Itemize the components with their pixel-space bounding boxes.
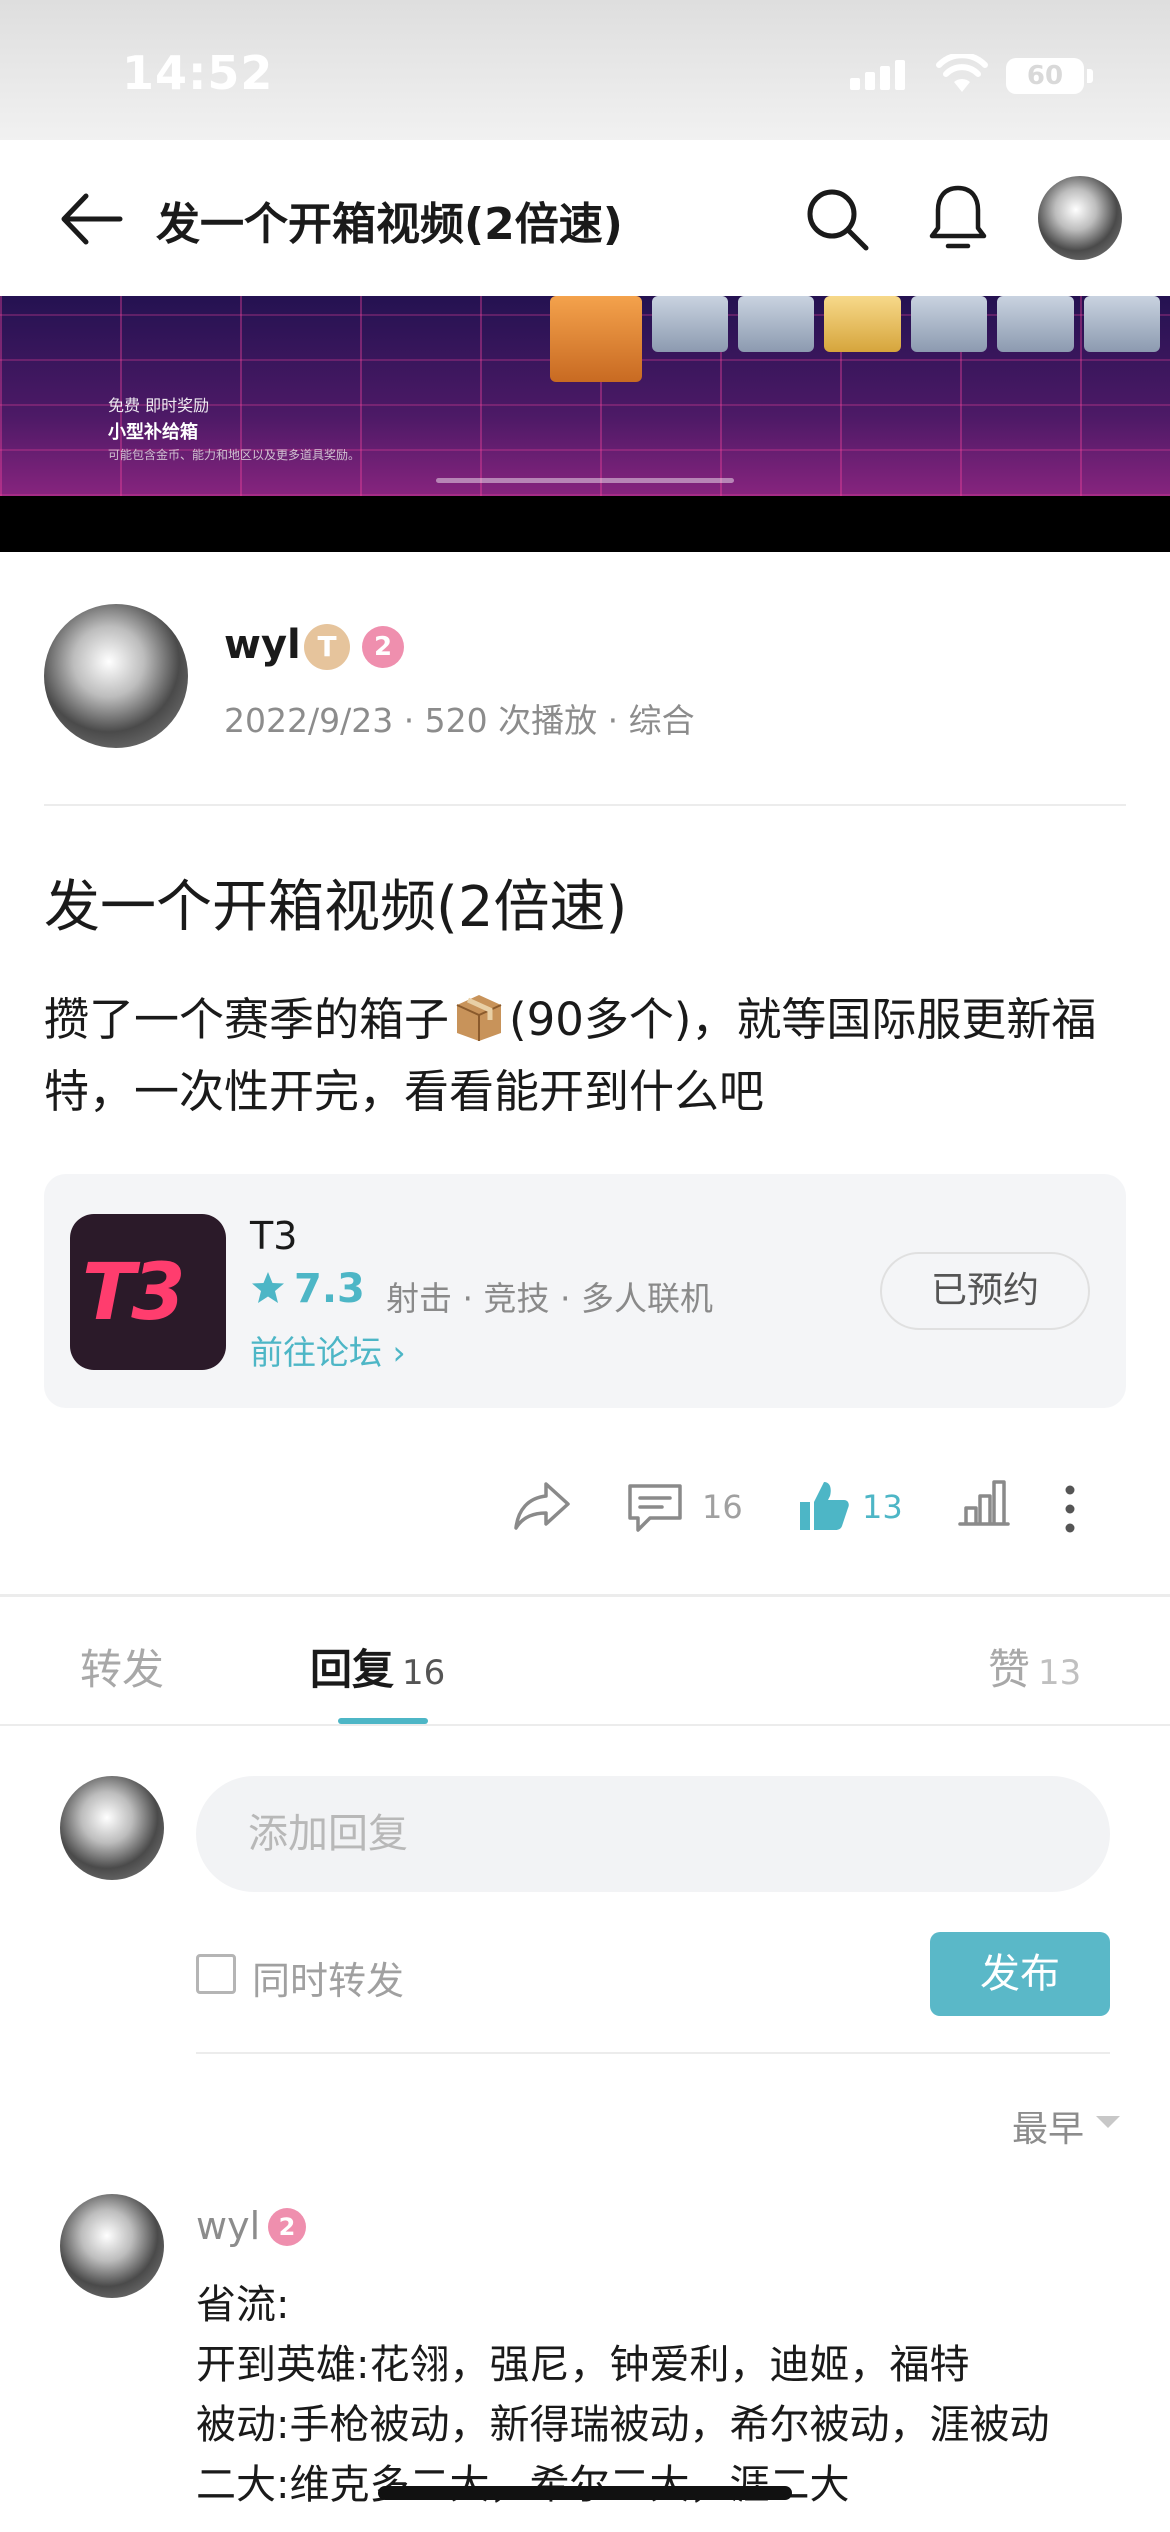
game-logo: T3 xyxy=(70,1214,226,1370)
top-nav-bar: 发一个开箱视频(2倍速) xyxy=(0,140,1170,296)
author-name[interactable]: wyl xyxy=(224,622,301,668)
caret-down-icon[interactable] xyxy=(1096,2116,1120,2128)
author-level-badge: 2 xyxy=(362,626,404,668)
search-icon[interactable] xyxy=(804,186,870,252)
post-meta: 2022/9/23 · 520 次播放 · 综合 xyxy=(224,701,695,740)
reply-input[interactable] xyxy=(196,1776,1110,1892)
tab-reply-count: 16 xyxy=(402,1653,446,1693)
game-rating: 7.3 xyxy=(294,1266,365,1312)
comment-line: 开到英雄:花翎，强尼，钟爱利，迪姬，福特 xyxy=(196,2342,970,2388)
video-overlay-tag: 免费 即时奖励 xyxy=(108,396,210,415)
cellular-signal-icon xyxy=(850,60,905,90)
video-overlay-desc: 可能包含金币、能力和地区以及更多道具奖励。 xyxy=(108,448,361,462)
back-arrow-icon[interactable] xyxy=(56,190,124,248)
status-time: 14:52 xyxy=(122,46,274,100)
comment-avatar[interactable] xyxy=(60,2194,164,2298)
page-title: 发一个开箱视频(2倍速) xyxy=(156,199,623,250)
divider xyxy=(0,1594,1170,1597)
user-avatar[interactable] xyxy=(1038,176,1122,260)
game-tags: 射击 · 竞技 · 多人联机 xyxy=(386,1279,713,1318)
divider xyxy=(0,1724,1170,1726)
stats-icon[interactable] xyxy=(956,1476,1012,1528)
crate-strip xyxy=(540,296,1170,382)
publish-button[interactable]: 发布 xyxy=(930,1932,1110,2016)
video-overlay-title: 小型补给箱 xyxy=(108,422,198,443)
divider xyxy=(44,804,1126,806)
my-avatar xyxy=(60,1776,164,1880)
post-title: 发一个开箱视频(2倍速) xyxy=(44,875,628,940)
home-indicator xyxy=(378,2486,792,2500)
video-player[interactable]: 免费 即时奖励 小型补给箱 可能包含金币、能力和地区以及更多道具奖励。 xyxy=(0,296,1170,552)
reserved-button[interactable]: 已预约 xyxy=(880,1252,1090,1330)
battery-icon: 60 xyxy=(1006,58,1084,94)
battery-tip xyxy=(1087,69,1093,83)
forum-link[interactable]: 前往论坛 › xyxy=(250,1326,406,1374)
star-icon xyxy=(252,1272,284,1303)
tab-reply[interactable]: 回复 16 xyxy=(310,1636,445,1697)
comment-count: 16 xyxy=(702,1488,743,1526)
wifi-icon xyxy=(936,54,988,92)
author-badge: T xyxy=(304,624,350,670)
video-scrubber[interactable] xyxy=(436,478,734,483)
more-vertical-icon[interactable] xyxy=(1060,1484,1080,1534)
tab-forward[interactable]: 转发 xyxy=(80,1636,164,1697)
comment-level-badge: 2 xyxy=(268,2208,306,2246)
package-icon xyxy=(456,995,502,1041)
repost-checkbox[interactable] xyxy=(196,1954,236,1994)
share-icon[interactable] xyxy=(512,1478,572,1532)
thumbs-up-icon[interactable] xyxy=(796,1478,850,1534)
divider xyxy=(196,2052,1110,2054)
video-frame: 免费 即时奖励 小型补给箱 可能包含金币、能力和地区以及更多道具奖励。 xyxy=(0,296,1170,496)
post-body: 攒了一个赛季的箱子 (90多个)，就等国际服更新福特，一次性开完，看看能开到什么… xyxy=(44,993,1097,1118)
game-card[interactable]: T3 T3 7.3 射击 · 竞技 · 多人联机 前往论坛 › 已预约 xyxy=(44,1174,1126,1408)
comment-line: 省流: xyxy=(196,2282,290,2328)
bell-icon[interactable] xyxy=(926,182,990,254)
comment-author[interactable]: wyl xyxy=(196,2204,260,2248)
sort-dropdown[interactable]: 最早 xyxy=(1012,2100,1084,2152)
tab-like-count: 13 xyxy=(1038,1653,1082,1693)
author-avatar[interactable] xyxy=(44,604,188,748)
repost-label[interactable]: 同时转发 xyxy=(252,1950,404,2005)
tab-like[interactable]: 赞 13 xyxy=(988,1636,1081,1697)
like-count: 13 xyxy=(862,1488,903,1526)
comment-icon[interactable] xyxy=(626,1480,684,1534)
game-name: T3 xyxy=(250,1214,298,1258)
comment-line: 被动:手枪被动，新得瑞被动，希尔被动，涯被动 xyxy=(196,2402,1050,2448)
status-bar: 14:52 60 xyxy=(0,0,1170,140)
comment-line: 二大:维克多二大，希尔二大，涯二大 xyxy=(196,2462,850,2508)
